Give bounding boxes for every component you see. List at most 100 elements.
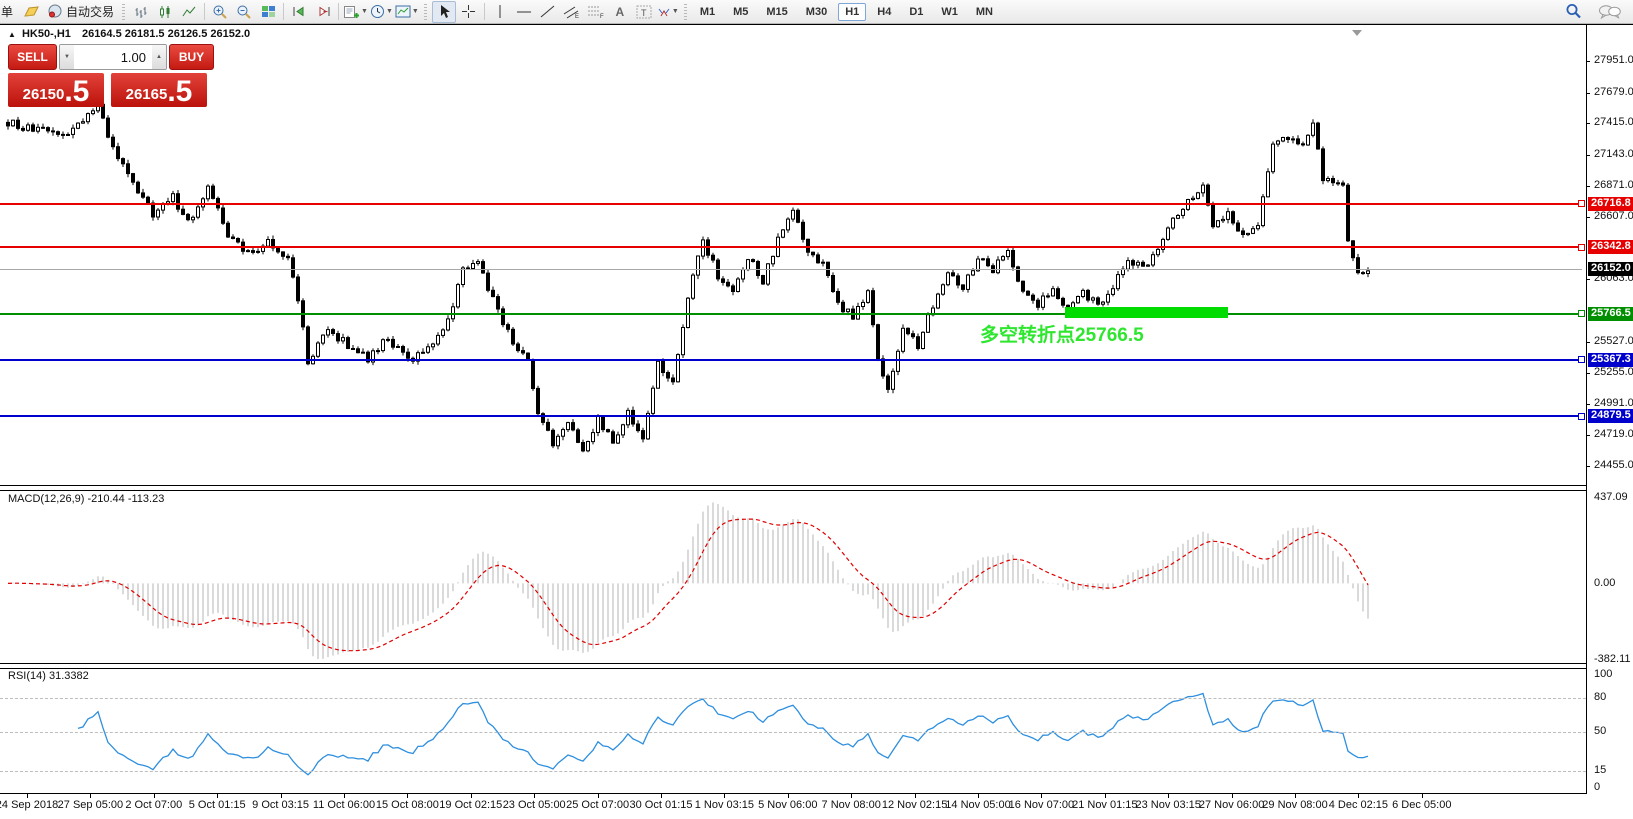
toolbar-grip[interactable] bbox=[122, 3, 126, 20]
timeframe-w1[interactable]: W1 bbox=[934, 3, 965, 21]
sell-price-main: 26150 bbox=[22, 86, 65, 103]
date-axis[interactable]: 24 Sep 2018 27 Sep 05:00 2 Oct 07:00 5 Oct … bbox=[0, 0, 1633, 819]
toolbar-grip[interactable] bbox=[683, 3, 687, 20]
autotrade-icon bbox=[48, 4, 62, 18]
channel-button[interactable]: E bbox=[561, 2, 583, 22]
autotrade-label: 自动交易 bbox=[66, 5, 115, 19]
autotrade-button[interactable]: 自动交易 bbox=[44, 2, 117, 22]
candlestick-icon bbox=[159, 5, 170, 18]
new-order-button[interactable]: 单 bbox=[0, 2, 18, 22]
timeframe-m15[interactable]: M15 bbox=[759, 3, 794, 21]
chart-shift-icon bbox=[319, 6, 330, 17]
sell-button[interactable]: SELL bbox=[8, 44, 57, 70]
toolbar-separator bbox=[483, 3, 485, 20]
volume-decrease-button[interactable]: ▼ bbox=[60, 45, 74, 69]
cursor-icon bbox=[440, 5, 450, 18]
date-label: 23 Oct 05:00 bbox=[502, 799, 566, 811]
date-label: 23 Nov 03:15 bbox=[1135, 799, 1201, 811]
timeframe-m30[interactable]: M30 bbox=[799, 3, 834, 21]
new-chart-button[interactable]: ▼ bbox=[343, 2, 368, 22]
line-chart-button[interactable] bbox=[178, 2, 200, 22]
sell-price-frac: .5 bbox=[64, 75, 90, 108]
date-label: 29 Nov 08:00 bbox=[1262, 799, 1328, 811]
date-tick-mark bbox=[661, 793, 662, 798]
date-tick-mark bbox=[280, 793, 282, 798]
symbol-period-label: HK50-,H1 bbox=[21, 28, 71, 40]
fibonacci-icon: F bbox=[588, 6, 604, 19]
date-tick-mark bbox=[787, 793, 789, 798]
collapse-marker-icon[interactable]: ▲ bbox=[8, 30, 16, 39]
timeframe-d1[interactable]: D1 bbox=[902, 3, 930, 21]
timeframe-h4[interactable]: H4 bbox=[870, 3, 898, 21]
date-label: 11 Oct 06:00 bbox=[312, 799, 376, 811]
macd-panel-separator[interactable] bbox=[0, 485, 1586, 491]
date-label: 15 Oct 08:00 bbox=[375, 799, 439, 811]
template-icon bbox=[395, 5, 411, 18]
chevron-down-icon: ▼ bbox=[671, 8, 679, 15]
toolbar: 单 自动交易 ▼ ▼ ▼ E F A T ▼ M1 M5 M15 M30 H1 … bbox=[0, 0, 1633, 24]
mt4-window: 单 自动交易 ▼ ▼ ▼ E F A T ▼ M1 M5 M15 M30 H1 … bbox=[0, 0, 1633, 819]
volume-increase-button[interactable]: ▲ bbox=[152, 45, 166, 69]
horizontal-line-button[interactable] bbox=[513, 2, 535, 22]
svg-text:T: T bbox=[641, 8, 647, 18]
chat-icon bbox=[1599, 4, 1621, 19]
text-tool-button[interactable]: A bbox=[609, 2, 631, 22]
line-chart-icon bbox=[182, 6, 195, 16]
date-tick-mark bbox=[27, 793, 28, 798]
chevron-down-icon: ▼ bbox=[361, 8, 368, 15]
cursor-button[interactable] bbox=[431, 0, 456, 23]
timeframe-m1[interactable]: M1 bbox=[693, 3, 722, 21]
date-label: 24 Sep 2018 bbox=[0, 799, 59, 811]
date-tick-mark bbox=[597, 793, 599, 798]
timeframe-h1[interactable]: H1 bbox=[838, 2, 867, 21]
channel-icon: E bbox=[564, 6, 579, 19]
date-label: 27 Sep 05:00 bbox=[57, 799, 124, 811]
sell-price-display[interactable]: 26150.5 bbox=[8, 73, 104, 107]
date-tick-mark bbox=[470, 793, 472, 798]
chat-button[interactable] bbox=[1598, 2, 1622, 22]
volume-stepper: ▼ 1.00 ▲ bbox=[59, 44, 167, 70]
date-label: 7 Nov 08:00 bbox=[821, 799, 881, 811]
ohlc-values: 26164.5 26181.5 26126.5 26152.0 bbox=[81, 28, 251, 40]
date-tick-mark bbox=[1295, 793, 1296, 798]
buy-button[interactable]: BUY bbox=[169, 44, 214, 70]
search-button[interactable] bbox=[1563, 2, 1585, 22]
date-tick-mark bbox=[851, 793, 853, 798]
buy-price-display[interactable]: 26165.5 bbox=[111, 73, 207, 107]
bar-chart-button[interactable] bbox=[130, 2, 152, 22]
trendline-button[interactable] bbox=[537, 2, 559, 22]
zoom-out-button[interactable] bbox=[233, 2, 255, 22]
fibonacci-button[interactable]: F bbox=[585, 2, 607, 22]
toolbar-grip[interactable] bbox=[423, 3, 427, 20]
vertical-line-icon bbox=[499, 5, 501, 18]
templates-button[interactable]: ▼ bbox=[395, 2, 419, 22]
timeframe-m5[interactable]: M5 bbox=[726, 3, 755, 21]
periods-button[interactable]: ▼ bbox=[370, 2, 393, 22]
zoom-in-button[interactable] bbox=[209, 2, 231, 22]
date-label: 16 Nov 07:00 bbox=[1008, 799, 1075, 811]
pivot-annotation-text[interactable]: 多空转折点25766.5 bbox=[980, 320, 1144, 347]
date-label: 12 Nov 02:15 bbox=[881, 799, 948, 811]
candlestick-chart-button[interactable] bbox=[154, 2, 176, 22]
chart-title: ▲ HK50-,H1 26164.5 26181.5 26126.5 26152… bbox=[8, 28, 250, 40]
journal-button[interactable] bbox=[20, 2, 42, 22]
auto-scroll-button[interactable] bbox=[288, 2, 310, 22]
arrows-tool-button[interactable]: ▼ bbox=[657, 2, 679, 22]
rsi-panel-separator[interactable] bbox=[0, 663, 1586, 669]
date-label: 27 Nov 06:00 bbox=[1198, 799, 1265, 811]
tile-windows-button[interactable] bbox=[257, 2, 279, 22]
volume-input[interactable]: 1.00 bbox=[74, 45, 152, 69]
date-tick-mark bbox=[217, 793, 219, 798]
timeframe-mn[interactable]: MN bbox=[969, 3, 1000, 21]
chart-shift-button[interactable] bbox=[312, 2, 334, 22]
label-tool-button[interactable]: T bbox=[633, 2, 655, 22]
trendline-icon bbox=[541, 5, 555, 18]
date-label: 30 Oct 01:15 bbox=[629, 799, 693, 811]
date-tick-mark bbox=[1231, 793, 1233, 798]
date-tick-mark bbox=[1168, 793, 1170, 798]
macd-label: MACD(12,26,9) -210.44 -113.23 bbox=[8, 493, 165, 505]
crosshair-button[interactable] bbox=[458, 2, 480, 22]
vertical-line-button[interactable] bbox=[489, 2, 511, 22]
one-click-trading-panel: SELL ▼ 1.00 ▲ BUY 26150.5 26165.5 bbox=[8, 44, 214, 107]
date-label: 5 Nov 06:00 bbox=[758, 799, 818, 811]
